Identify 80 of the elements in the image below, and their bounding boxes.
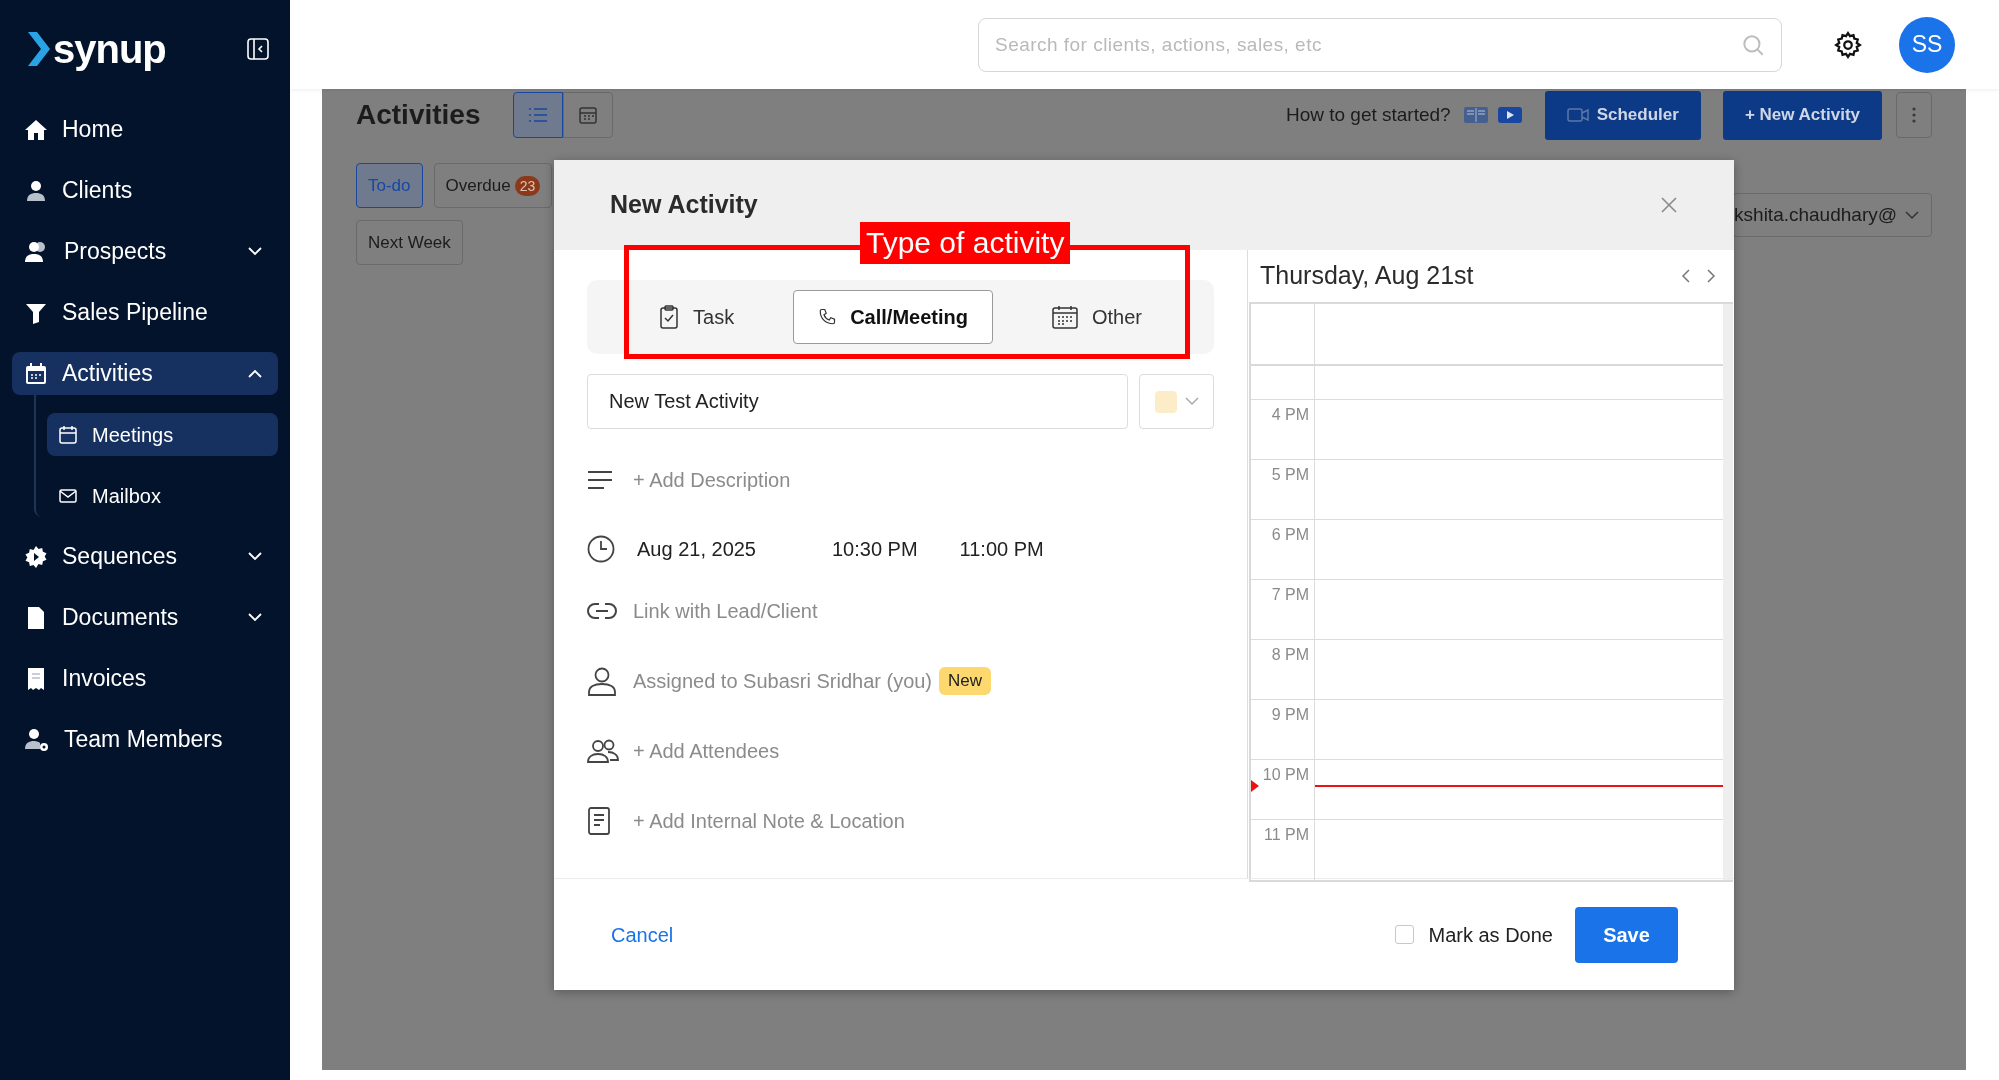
calendar-icon (1051, 305, 1078, 329)
new-badge: New (939, 667, 992, 695)
logo-mark-icon (28, 32, 50, 66)
video-icon[interactable] (1496, 105, 1523, 125)
hour-label: 9 PM (1271, 707, 1309, 725)
chevron-down-icon (1184, 397, 1199, 406)
scrollbar-track[interactable] (1723, 304, 1733, 880)
view-toggle-button[interactable] (512, 92, 563, 138)
help-text: How to get started? (1285, 102, 1451, 127)
activity-type-tab[interactable]: Other (1026, 290, 1167, 344)
link-icon (587, 602, 617, 620)
person-gear-icon (24, 726, 50, 753)
hour-label: 11 PM (1263, 827, 1309, 845)
calendar-icon (58, 424, 78, 445)
scheduler-button[interactable]: Scheduler (1544, 90, 1701, 140)
sidebar-item[interactable]: Prospects (12, 230, 278, 273)
hour-label: 10 PM (1262, 767, 1309, 785)
user-avatar[interactable]: SS (1899, 16, 1955, 73)
filter-tab[interactable]: Overdue 23 (433, 163, 553, 208)
checkbox[interactable] (1394, 925, 1414, 944)
hour-label: 5 PM (1271, 467, 1309, 485)
view-toggle-button[interactable] (562, 92, 613, 138)
new-activity-button[interactable]: + New Activity (1722, 90, 1882, 140)
more-button[interactable] (1896, 92, 1932, 138)
hour-label: 6 PM (1271, 527, 1309, 545)
person-icon (24, 178, 48, 203)
house-icon (24, 117, 48, 142)
calendar-icon (24, 361, 48, 386)
close-icon[interactable] (1660, 196, 1678, 214)
phone-icon (818, 308, 837, 326)
hour-label: 8 PM (1271, 647, 1309, 665)
sidebar-item[interactable]: Sales Pipeline (12, 291, 278, 334)
gear-icon (24, 544, 48, 569)
annotation-label: Type of activity (860, 222, 1071, 264)
book-icon[interactable] (1462, 105, 1489, 125)
sidebar-item[interactable]: Clients (12, 169, 278, 212)
page-title: Activities (356, 98, 481, 132)
sidebar-item[interactable]: Activities (12, 352, 278, 395)
title-field[interactable]: New Test Activity (587, 374, 1128, 429)
search-field[interactable]: Search for clients, actions, sales, etc (978, 17, 1782, 72)
sidebar-item[interactable]: Sequences (12, 535, 278, 578)
clock-icon (587, 535, 615, 563)
hour-label: 7 PM (1271, 587, 1309, 605)
color-picker[interactable] (1139, 374, 1214, 429)
filter-tab[interactable]: Next Week (356, 220, 463, 265)
user-name: kshita.chaudhary@ (1734, 202, 1897, 227)
cancel-link[interactable]: Cancel (611, 919, 674, 950)
calendar-date: Thursday, Aug 21st (1260, 260, 1474, 292)
sidebar-item[interactable]: Documents (12, 596, 278, 639)
more-icon (1912, 107, 1916, 123)
person-icon (587, 666, 617, 696)
checkbox-label: Mark as Done (1428, 922, 1553, 948)
date-field[interactable]: Aug 21, 2025 (637, 534, 756, 564)
activity-type-tab[interactable]: Task (634, 290, 760, 344)
settings-icon[interactable] (1833, 29, 1863, 60)
list-icon (527, 107, 548, 123)
collapse-sidebar-icon[interactable] (247, 38, 269, 60)
dialog-title: New Activity (610, 189, 758, 221)
video-camera-icon (1566, 108, 1589, 122)
calendar-icon (577, 105, 598, 125)
end-time-field[interactable]: 11:00 PM (959, 534, 1044, 564)
sidebar-subitem[interactable]: Mailbox (47, 474, 278, 517)
save-button[interactable]: Save (1575, 906, 1678, 963)
sidebar-subitem[interactable]: Meetings (47, 413, 278, 456)
current-time-marker (1251, 780, 1259, 792)
logo-text: synup (53, 29, 166, 69)
count-badge: 23 (514, 175, 541, 196)
previous-icon[interactable] (1681, 268, 1691, 284)
hour-label: 4 PM (1271, 407, 1309, 425)
clipboard-check-icon (659, 305, 680, 329)
next-icon[interactable] (1706, 268, 1716, 284)
people-icon (587, 739, 619, 763)
start-time-field[interactable]: 10:30 PM (832, 534, 918, 564)
activity-type-tab[interactable]: Call/Meeting (793, 290, 993, 344)
sidebar-item[interactable]: Team Members (12, 718, 278, 761)
note-icon (587, 806, 611, 836)
text-lines-icon (587, 470, 613, 490)
chevron-down-icon (1905, 210, 1919, 220)
sidebar-item[interactable]: Home (12, 108, 278, 151)
sidebar-item[interactable]: Invoices (12, 657, 278, 700)
